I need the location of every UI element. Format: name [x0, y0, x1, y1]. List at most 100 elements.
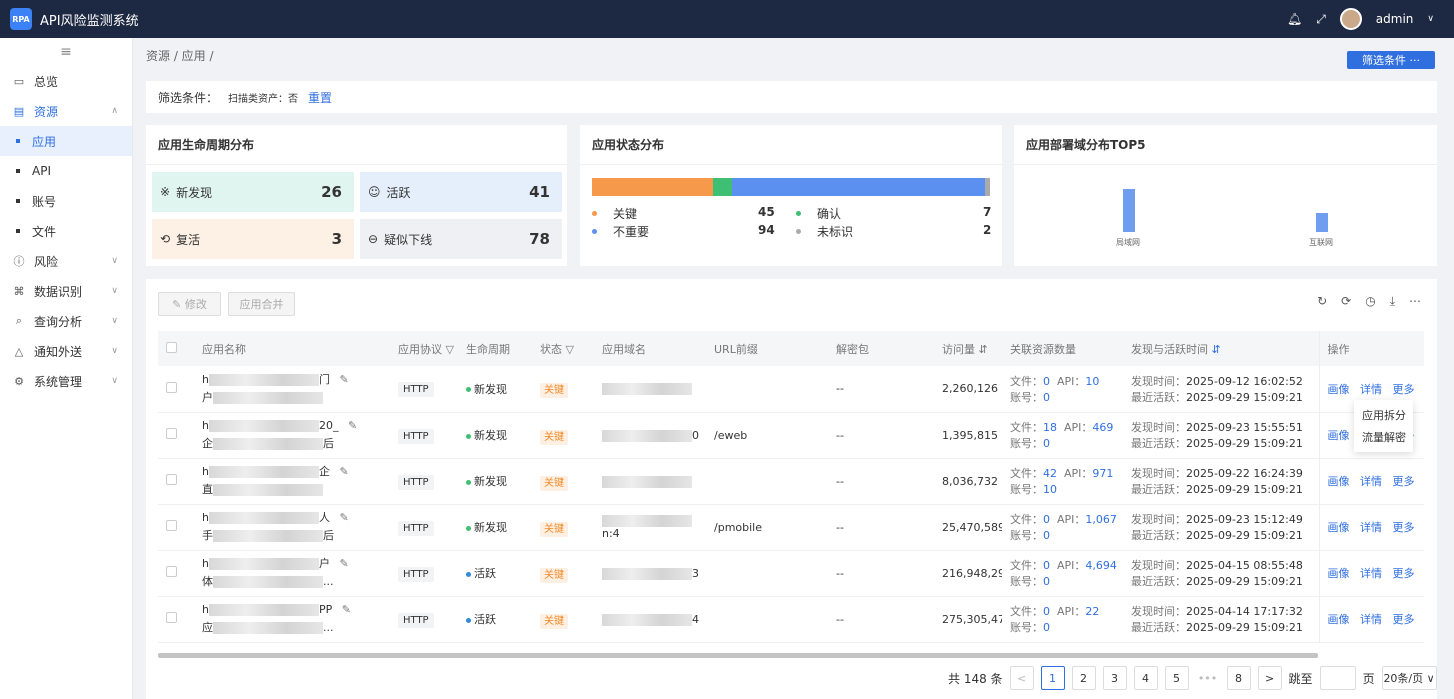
row-checkbox[interactable]	[166, 428, 177, 439]
menu-item-decrypt[interactable]: 流量解密	[1354, 426, 1413, 448]
more-link[interactable]: 更多	[1393, 613, 1415, 626]
sidebar-item-risk[interactable]: ⓘ 风险 ∨	[0, 246, 132, 276]
lifecycle-offline[interactable]: ⊖ 疑似下线 78	[360, 219, 562, 259]
filter-tag[interactable]: 扫描类资产：否	[228, 90, 298, 105]
cell-related: 文件：42 API：971 账号：10	[1010, 467, 1114, 496]
filter-button[interactable]: 筛选条件 ···	[1347, 51, 1435, 69]
edit-icon[interactable]: ✎	[348, 419, 357, 432]
edit-button[interactable]: ✎ 修改	[158, 292, 221, 316]
table-row[interactable]: h企 ✎ 直 HTTP 新发现 关键 -- 8,036,732 文件：42 API：971 账号…	[158, 458, 1424, 504]
more-link[interactable]: 更多	[1393, 383, 1415, 396]
lifecycle-revived[interactable]: ⟲ 复活 3	[152, 219, 354, 259]
menu-item-split[interactable]: 应用拆分	[1354, 404, 1413, 426]
sidebar-item-notify[interactable]: △ 通知外送 ∨	[0, 336, 132, 366]
menu-collapse-icon[interactable]: ≡	[0, 38, 132, 66]
more-link[interactable]: 更多	[1393, 567, 1415, 580]
status-stacked-bar[interactable]	[592, 178, 990, 196]
page-2[interactable]: 2	[1071, 666, 1096, 690]
cell-app-name[interactable]: h 20_ ✎ 企后	[194, 412, 390, 458]
sync-icon[interactable]: ⟳	[1341, 294, 1351, 309]
portrait-link[interactable]: 画像	[1328, 521, 1350, 534]
filter-reset-link[interactable]: 重置	[308, 89, 332, 106]
detail-link[interactable]: 详情	[1360, 383, 1382, 396]
sidebar-item-data-recognition[interactable]: ⌘ 数据识别 ∨	[0, 276, 132, 306]
portrait-link[interactable]: 画像	[1328, 475, 1350, 488]
page-1[interactable]: 1	[1040, 666, 1065, 690]
breadcrumb[interactable]: 资源 / 应用 /	[146, 47, 214, 64]
sidebar-item-resource[interactable]: ▤ 资源 ∧	[0, 96, 132, 126]
prev-page-button[interactable]: <	[1009, 666, 1034, 690]
portrait-link[interactable]: 画像	[1328, 429, 1350, 442]
user-name[interactable]: admin	[1376, 12, 1414, 26]
page-3[interactable]: 3	[1102, 666, 1127, 690]
status-bar-confirm	[713, 178, 732, 196]
sidebar-subitem-app[interactable]: 应用	[0, 126, 132, 156]
cell-domain: 4	[594, 596, 706, 642]
table-row[interactable]: h 20_ ✎ 企后 HTTP 新发现 关键 0/eweb -- 1,395,815 文件：18 …	[158, 412, 1424, 458]
sidebar-item-system[interactable]: ⚙ 系统管理 ∨	[0, 366, 132, 396]
edit-icon[interactable]: ✎	[339, 465, 348, 478]
sidebar-item-overview[interactable]: ▭ 总览	[0, 66, 132, 96]
more-link[interactable]: 更多	[1393, 475, 1415, 488]
more-icon[interactable]: ⋯	[1409, 294, 1421, 309]
page-unit: 页	[1362, 671, 1375, 686]
row-checkbox[interactable]	[166, 566, 177, 577]
col-visits[interactable]: 访问量 ⇵	[934, 331, 1002, 366]
sidebar-subitem-api[interactable]: API	[0, 156, 132, 186]
page-ellipsis[interactable]: •••	[1195, 666, 1220, 690]
merge-button[interactable]: 应用合并	[228, 292, 295, 316]
row-checkbox[interactable]	[166, 474, 177, 485]
refresh-icon[interactable]: ↻	[1317, 294, 1327, 309]
cell-app-name[interactable]: h户 ✎ 体...	[194, 550, 390, 596]
page-8[interactable]: 8	[1226, 666, 1251, 690]
table-row[interactable]: h户 ✎体... HTTP 活跃关键 3 -- 216,948,29(文件：0 API：4…	[158, 550, 1424, 596]
bar-internet[interactable]	[1316, 213, 1328, 232]
select-all-checkbox[interactable]	[166, 341, 177, 353]
edit-icon[interactable]: ✎	[339, 557, 348, 570]
detail-link[interactable]: 详情	[1360, 613, 1382, 626]
page-4[interactable]: 4	[1133, 666, 1158, 690]
cell-app-name[interactable]: h门 ✎ 户	[194, 366, 390, 412]
detail-link[interactable]: 详情	[1360, 567, 1382, 580]
table-row[interactable]: h人 ✎ 手后 HTTP 新发现 关键 n:4/pmobile -- 25,470,589 文件…	[158, 504, 1424, 550]
lifecycle-new[interactable]: ※ 新发现 26	[152, 172, 354, 212]
row-checkbox[interactable]	[166, 520, 177, 531]
row-checkbox[interactable]	[166, 612, 177, 623]
bell-icon[interactable]: 🔔︎	[1287, 12, 1302, 26]
table-row[interactable]: h门 ✎ 户 HTTP 新发现 关键 -- 2,260,126 文件：0 API：10 账号：0…	[158, 366, 1424, 412]
page-5[interactable]: 5	[1164, 666, 1189, 690]
table-header: 应用名称 应用协议 ▽ 生命周期 状态 ▽ 应用域名 URL前缀 解密包 访问量…	[158, 331, 1424, 366]
next-page-button[interactable]: >	[1257, 666, 1282, 690]
fullscreen-icon[interactable]: ⤢	[1316, 12, 1326, 27]
clock-icon[interactable]: ◷	[1365, 294, 1375, 309]
detail-link[interactable]: 详情	[1360, 475, 1382, 488]
bar-lan[interactable]	[1123, 189, 1135, 232]
legend-unimportant: 不重要	[592, 223, 649, 240]
table-row[interactable]: hPP ✎应... HTTP 活跃关键 4 -- 275,305,47(文件：0 API：…	[158, 596, 1424, 642]
portrait-link[interactable]: 画像	[1328, 383, 1350, 396]
edit-icon[interactable]: ✎	[339, 511, 348, 524]
edit-icon[interactable]: ✎	[339, 373, 348, 386]
cell-app-name[interactable]: h人 ✎ 手后	[194, 504, 390, 550]
cell-app-name[interactable]: h企 ✎ 直	[194, 458, 390, 504]
sidebar-subitem-file[interactable]: 文件	[0, 216, 132, 246]
more-link[interactable]: 更多	[1393, 521, 1415, 534]
sidebar-subitem-account[interactable]: 账号	[0, 186, 132, 216]
horizontal-scrollbar[interactable]	[158, 653, 1318, 658]
lifecycle-active[interactable]: ☺ 活跃 41	[360, 172, 562, 212]
download-icon[interactable]: ⤓	[1390, 294, 1395, 309]
col-protocol[interactable]: 应用协议 ▽	[390, 331, 458, 366]
col-status[interactable]: 状态 ▽	[532, 331, 594, 366]
page-size-select[interactable]: 20条/页 ∨	[1381, 666, 1437, 690]
row-checkbox[interactable]	[166, 381, 177, 393]
col-time[interactable]: 发现与活跃时间 ⇵	[1123, 331, 1319, 366]
jump-input[interactable]	[1319, 666, 1356, 690]
portrait-link[interactable]: 画像	[1328, 567, 1350, 580]
sidebar-item-query[interactable]: ⌕ 查询分析 ∨	[0, 306, 132, 336]
edit-icon[interactable]: ✎	[342, 603, 351, 616]
portrait-link[interactable]: 画像	[1328, 613, 1350, 626]
avatar[interactable]	[1339, 8, 1362, 30]
detail-link[interactable]: 详情	[1360, 521, 1382, 534]
chevron-down-icon[interactable]: ∨	[1427, 14, 1434, 24]
cell-app-name[interactable]: h PP ✎ 应...	[194, 596, 390, 642]
